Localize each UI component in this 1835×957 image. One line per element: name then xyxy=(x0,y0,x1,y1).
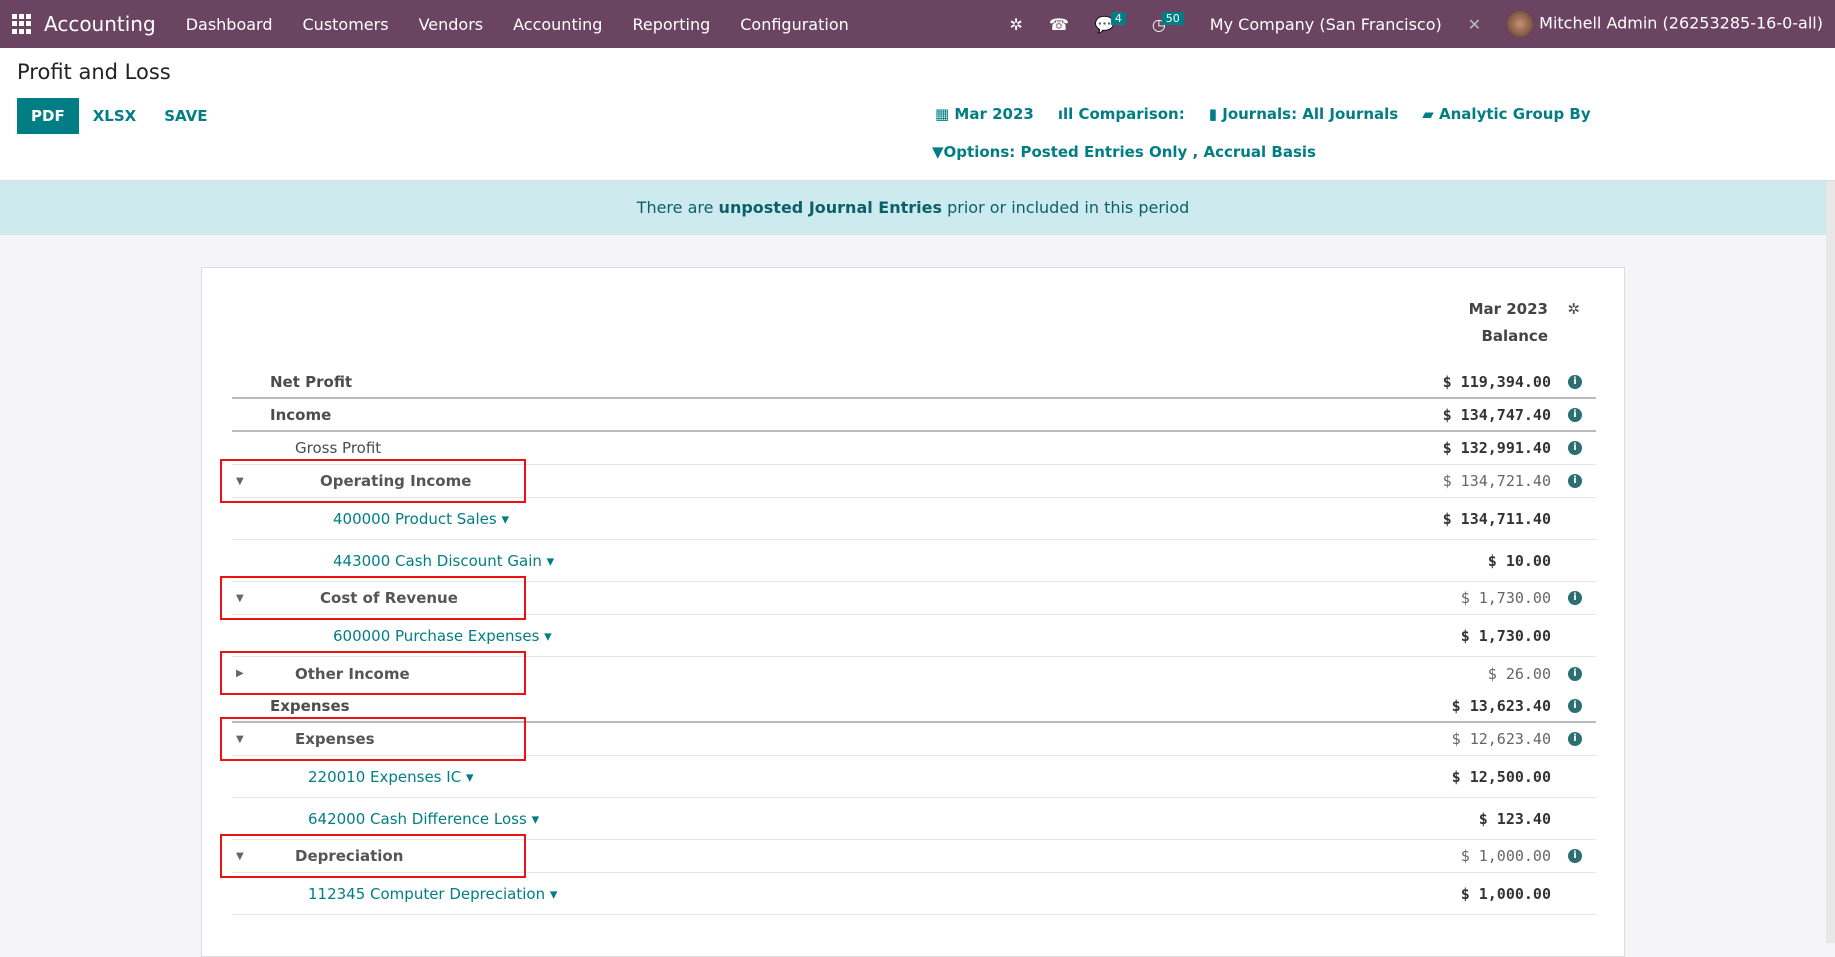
report-line[interactable]: ▼ Cost of Revenue $ 1,730.00 i xyxy=(220,576,1596,620)
options-filter[interactable]: ▼Options: Posted Entries Only , Accrual … xyxy=(932,143,1591,161)
bar-chart-icon: ıll xyxy=(1057,105,1079,123)
highlight-box xyxy=(220,834,526,878)
line-label[interactable]: 642000 Cash Difference Loss ▾ xyxy=(308,810,539,828)
line-value: $ 1,730.00 xyxy=(1460,589,1551,607)
line-value: $ 132,991.40 xyxy=(1442,439,1551,457)
chat-badge: 4 xyxy=(1110,11,1126,25)
dropdown-caret-icon[interactable]: ▾ xyxy=(545,885,558,903)
report-rows: Net Profit $ 119,394.00 i Income $ 134,747.4… xyxy=(220,366,1596,915)
chat-icon[interactable]: 💬4 xyxy=(1095,11,1126,34)
xlsx-button[interactable]: XLSX xyxy=(79,98,151,134)
menu-dashboard[interactable]: Dashboard xyxy=(186,15,273,34)
dropdown-caret-icon[interactable]: ▾ xyxy=(461,768,474,786)
line-label[interactable]: 220010 Expenses IC ▾ xyxy=(308,768,473,786)
line-label[interactable]: 112345 Computer Depreciation ▾ xyxy=(308,885,557,903)
folder-open-icon: ▰ xyxy=(1422,105,1440,123)
line-label: Expenses xyxy=(270,696,350,715)
info-icon[interactable]: i xyxy=(1568,591,1582,605)
line-label[interactable]: 600000 Purchase Expenses ▾ xyxy=(333,627,552,645)
line-value: $ 12,623.40 xyxy=(1451,730,1551,748)
info-icon[interactable]: i xyxy=(1568,698,1582,713)
activity-clock-icon[interactable]: ◷50 xyxy=(1152,11,1184,34)
dropdown-caret-icon[interactable]: ▾ xyxy=(527,810,540,828)
pdf-button[interactable]: PDF xyxy=(17,98,79,134)
menu-vendors[interactable]: Vendors xyxy=(419,15,484,34)
comparison-filter[interactable]: ıll Comparison: xyxy=(1058,105,1185,123)
line-value: $ 26.00 xyxy=(1487,664,1551,683)
activity-badge: 50 xyxy=(1161,11,1184,25)
line-value: $ 1,730.00 xyxy=(1460,626,1551,645)
line-value: $ 134,711.40 xyxy=(1442,509,1551,528)
book-icon: ▮ xyxy=(1208,105,1223,123)
info-icon[interactable]: i xyxy=(1568,407,1582,422)
column-balance: Balance xyxy=(1481,327,1548,345)
company-switcher[interactable]: My Company (San Francisco) xyxy=(1210,15,1442,34)
highlight-box xyxy=(220,576,526,620)
info-icon[interactable]: i xyxy=(1568,849,1582,863)
debug-bug-icon[interactable]: ✲ xyxy=(1567,300,1580,318)
unposted-entries-link[interactable]: unposted Journal Entries xyxy=(719,198,942,217)
line-value: $ 134,747.40 xyxy=(1442,405,1551,424)
report-line[interactable]: 400000 Product Sales ▾ $ 134,711.40 xyxy=(232,498,1596,540)
line-value: $ 1,000.00 xyxy=(1460,847,1551,865)
info-icon[interactable]: i xyxy=(1568,474,1582,488)
line-value: $ 12,500.00 xyxy=(1451,767,1551,786)
report-card: Mar 2023 ✲ Balance Net Profit $ 119,394.0… xyxy=(201,267,1625,957)
report-line[interactable]: ▼ Operating Income $ 134,721.40 i xyxy=(220,459,1596,503)
dropdown-caret-icon[interactable]: ▾ xyxy=(497,510,509,528)
column-period: Mar 2023 xyxy=(1468,300,1548,318)
app-brand[interactable]: Accounting xyxy=(44,12,156,36)
line-value: $ 1,000.00 xyxy=(1460,884,1551,903)
analytic-filter[interactable]: ▰ Analytic Group By xyxy=(1422,105,1590,123)
highlight-box xyxy=(220,459,526,503)
dropdown-caret-icon[interactable]: ▾ xyxy=(539,627,552,645)
info-icon[interactable]: i xyxy=(1568,732,1582,746)
info-icon[interactable]: i xyxy=(1568,441,1582,455)
journals-filter[interactable]: ▮ Journals: All Journals xyxy=(1209,105,1399,123)
apps-menu-icon[interactable] xyxy=(12,14,32,34)
page-title: Profit and Loss xyxy=(17,60,171,84)
top-navbar: Accounting Dashboard Customers Vendors A… xyxy=(0,0,1835,48)
info-icon[interactable]: i xyxy=(1568,666,1582,681)
info-icon[interactable]: i xyxy=(1568,374,1582,389)
report-line[interactable]: 220010 Expenses IC ▾ $ 12,500.00 xyxy=(232,756,1596,798)
save-button[interactable]: SAVE xyxy=(150,98,221,134)
user-name: Mitchell Admin (26253285-16-0-all) xyxy=(1539,13,1823,33)
date-filter[interactable]: ▦ Mar 2023 xyxy=(935,105,1034,123)
menu-customers[interactable]: Customers xyxy=(303,15,389,34)
line-value: $ 10.00 xyxy=(1487,551,1551,570)
report-line[interactable]: Net Profit $ 119,394.00 i xyxy=(232,366,1596,399)
report-line[interactable]: Income $ 134,747.40 i xyxy=(232,399,1596,432)
menu-configuration[interactable]: Configuration xyxy=(740,15,849,34)
phone-icon[interactable]: ☎ xyxy=(1049,15,1069,34)
user-menu[interactable]: Mitchell Admin (26253285-16-0-all) xyxy=(1507,11,1823,37)
line-value: $ 123.40 xyxy=(1478,809,1551,828)
report-line[interactable]: ▼ Depreciation $ 1,000.00 i xyxy=(220,834,1596,878)
calendar-icon: ▦ xyxy=(935,105,955,123)
unposted-entries-banner: There are unposted Journal Entries prior… xyxy=(0,181,1826,235)
tools-icon[interactable]: ✕ xyxy=(1468,15,1481,34)
avatar xyxy=(1507,11,1534,37)
debug-bug-icon[interactable]: ✲ xyxy=(1010,15,1023,34)
highlight-box xyxy=(220,651,526,695)
highlight-box xyxy=(220,717,526,761)
scrollbar[interactable] xyxy=(1826,181,1835,943)
report-line[interactable]: ▼ Expenses $ 12,623.40 i xyxy=(220,717,1596,761)
line-label: Net Profit xyxy=(270,372,353,391)
line-value: $ 119,394.00 xyxy=(1442,372,1551,391)
filter-icon: ▼ xyxy=(932,143,944,161)
line-label: Gross Profit xyxy=(295,439,382,457)
menu-reporting[interactable]: Reporting xyxy=(632,15,710,34)
menu-accounting[interactable]: Accounting xyxy=(513,15,602,34)
control-panel: Profit and Loss PDF XLSX SAVE ▦ Mar 2023… xyxy=(0,48,1835,181)
dropdown-caret-icon[interactable]: ▾ xyxy=(542,552,555,570)
line-value: $ 13,623.40 xyxy=(1451,696,1551,715)
line-label[interactable]: 443000 Cash Discount Gain ▾ xyxy=(333,552,554,570)
report-line[interactable]: ▶ Other Income $ 26.00 i xyxy=(220,651,1596,695)
line-value: $ 134,721.40 xyxy=(1442,472,1551,490)
line-label: Income xyxy=(270,405,332,424)
line-label[interactable]: 400000 Product Sales ▾ xyxy=(333,510,509,528)
report-line[interactable]: 112345 Computer Depreciation ▾ $ 1,000.00 xyxy=(232,873,1596,915)
